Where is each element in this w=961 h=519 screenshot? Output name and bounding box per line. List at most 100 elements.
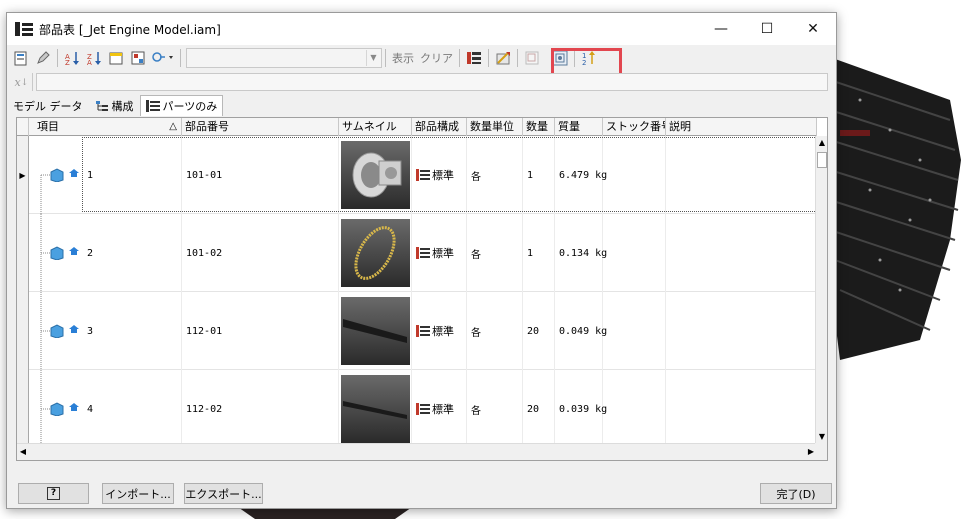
- scroll-left-icon[interactable]: ◀: [17, 445, 29, 459]
- minimize-button[interactable]: —: [698, 13, 744, 45]
- column-header-thumbnail[interactable]: サムネイル: [339, 118, 412, 136]
- part-icon: [49, 370, 83, 448]
- sort-descending-icon[interactable]: ZA: [83, 47, 105, 69]
- tab-label: 構成: [111, 99, 134, 113]
- clear-button[interactable]: クリア: [417, 50, 456, 66]
- edit-icon[interactable]: [32, 47, 54, 69]
- export-bom-icon[interactable]: [10, 47, 32, 69]
- cell-unit-qty: 各: [467, 136, 523, 214]
- vertical-scroll-thumb[interactable]: [817, 152, 827, 168]
- close-button[interactable]: ✕: [790, 13, 836, 45]
- row-selector-current-icon[interactable]: ▶: [17, 136, 29, 214]
- cell-stock-number: [603, 136, 666, 214]
- vertical-scrollbar[interactable]: ▲ ▼: [815, 136, 827, 444]
- cell-item: 4: [83, 370, 182, 448]
- standard-structure-icon: [416, 403, 430, 415]
- row-selector[interactable]: [17, 370, 29, 448]
- bom-window: 部品表 [_Jet Engine Model.iam] — ☐ ✕ AZ ZA: [6, 12, 837, 509]
- show-button[interactable]: 表示: [389, 50, 417, 66]
- help-icon: ?: [47, 487, 60, 500]
- cell-thumbnail: [339, 214, 412, 292]
- blade-thumbnail-icon: [341, 375, 410, 443]
- tab-structured[interactable]: 構成: [89, 95, 140, 116]
- horizontal-scrollbar[interactable]: ◀ ▶: [17, 443, 817, 460]
- parts-only-icon: [145, 100, 160, 112]
- cell-bom-structure: 標準: [412, 214, 467, 292]
- cell-thumbnail: [339, 136, 412, 214]
- tab-label: モデル データ: [13, 99, 83, 113]
- table-row[interactable]: ▶ 1 101-01 標準 各 1 6.479 kg: [17, 136, 817, 214]
- bom-table: 項目 △ 部品番号 サムネイル 部品構成 数量単位 数量 質量 ストック番号 説…: [16, 117, 828, 461]
- column-header-description[interactable]: 説明: [666, 118, 817, 136]
- tab-parts-only[interactable]: パーツのみ: [139, 95, 224, 116]
- svg-text:Z: Z: [65, 59, 70, 66]
- column-header-qty[interactable]: 数量: [523, 118, 555, 136]
- casing-thumbnail-icon: [341, 141, 410, 209]
- tab-model-data[interactable]: モデル データ: [7, 95, 89, 116]
- column-header-item[interactable]: 項目 △: [29, 118, 182, 136]
- cell-part-number: 112-01: [182, 292, 339, 370]
- structured-icon: [95, 100, 108, 111]
- scroll-down-icon[interactable]: ▼: [816, 430, 827, 444]
- table-row[interactable]: 3 112-01 標準 各 20 0.049 kg: [17, 292, 817, 370]
- maximize-button[interactable]: ☐: [744, 13, 790, 45]
- filter-icon[interactable]: [149, 47, 177, 69]
- toolbar: AZ ZA ▼ 表示 クリア 1 2: [7, 45, 836, 71]
- cell-description: [666, 370, 817, 448]
- column-header-part-number[interactable]: 部品番号: [182, 118, 339, 136]
- cell-item: 3: [83, 292, 182, 370]
- table-row[interactable]: 2 101-02 標準 各 1 0.134 kg: [17, 214, 817, 292]
- column-header-mass[interactable]: 質量: [555, 118, 603, 136]
- part-icon: [49, 292, 83, 370]
- column-header-bom-structure[interactable]: 部品構成: [412, 118, 467, 136]
- row-selector[interactable]: [17, 214, 29, 292]
- svg-text:A: A: [87, 59, 92, 66]
- cell-stock-number: [603, 214, 666, 292]
- cell-unit-qty: 各: [467, 292, 523, 370]
- cell-stock-number: [603, 370, 666, 448]
- cell-thumbnail: [339, 370, 412, 448]
- update-mass-icon[interactable]: [492, 47, 514, 69]
- cell-description: [666, 292, 817, 370]
- zoom-selection-icon[interactable]: [521, 47, 543, 69]
- table-row[interactable]: 4 112-02 標準 各 20 0.039 kg: [17, 370, 817, 448]
- scrollbar-corner: [815, 443, 827, 460]
- cell-unit-qty: 各: [467, 370, 523, 448]
- cell-part-number: 101-01: [182, 136, 339, 214]
- cell-bom-structure: 標準: [412, 292, 467, 370]
- cell-mass: 0.039 kg: [555, 370, 607, 448]
- cell-qty: 1: [523, 214, 555, 292]
- cell-item: 1: [83, 136, 182, 214]
- sort-ascending-icon[interactable]: AZ: [61, 47, 83, 69]
- done-button[interactable]: 完了(D): [760, 483, 832, 504]
- window-title: 部品表 [_Jet Engine Model.iam]: [39, 22, 221, 37]
- tab-label: パーツのみ: [162, 100, 218, 113]
- chevron-down-icon[interactable]: ▼: [366, 50, 380, 66]
- export-button[interactable]: エクスポート...: [184, 483, 263, 504]
- cell-item: 2: [83, 214, 182, 292]
- cell-qty: 20: [523, 292, 555, 370]
- cell-qty: 1: [523, 136, 555, 214]
- bom-icon: [15, 22, 33, 36]
- column-header-stock-number[interactable]: ストック番号: [603, 118, 666, 136]
- row-selector[interactable]: [17, 292, 29, 370]
- group-settings-icon[interactable]: [127, 47, 149, 69]
- row-selector-header: [17, 118, 29, 136]
- standard-structure-icon: [416, 169, 430, 181]
- formula-input[interactable]: [36, 73, 828, 91]
- cell-stock-number: [603, 292, 666, 370]
- cell-mass: 6.479 kg: [555, 136, 607, 214]
- choose-columns-icon[interactable]: [105, 47, 127, 69]
- formula-icon[interactable]: x ↓: [11, 73, 33, 91]
- blade-thumbnail-icon: [341, 297, 410, 365]
- part-icon: [49, 214, 83, 292]
- column-header-unit-qty[interactable]: 数量単位: [467, 118, 523, 136]
- help-button[interactable]: ?: [18, 483, 89, 504]
- title-bar[interactable]: 部品表 [_Jet Engine Model.iam] — ☐ ✕: [7, 13, 836, 45]
- ring-thumbnail-icon: [341, 219, 410, 287]
- cell-part-number: 112-02: [182, 370, 339, 448]
- import-button[interactable]: インポート...: [102, 483, 174, 504]
- bom-settings-icon[interactable]: [463, 47, 485, 69]
- filter-dropdown[interactable]: ▼: [186, 48, 382, 68]
- scroll-up-icon[interactable]: ▲: [816, 136, 827, 150]
